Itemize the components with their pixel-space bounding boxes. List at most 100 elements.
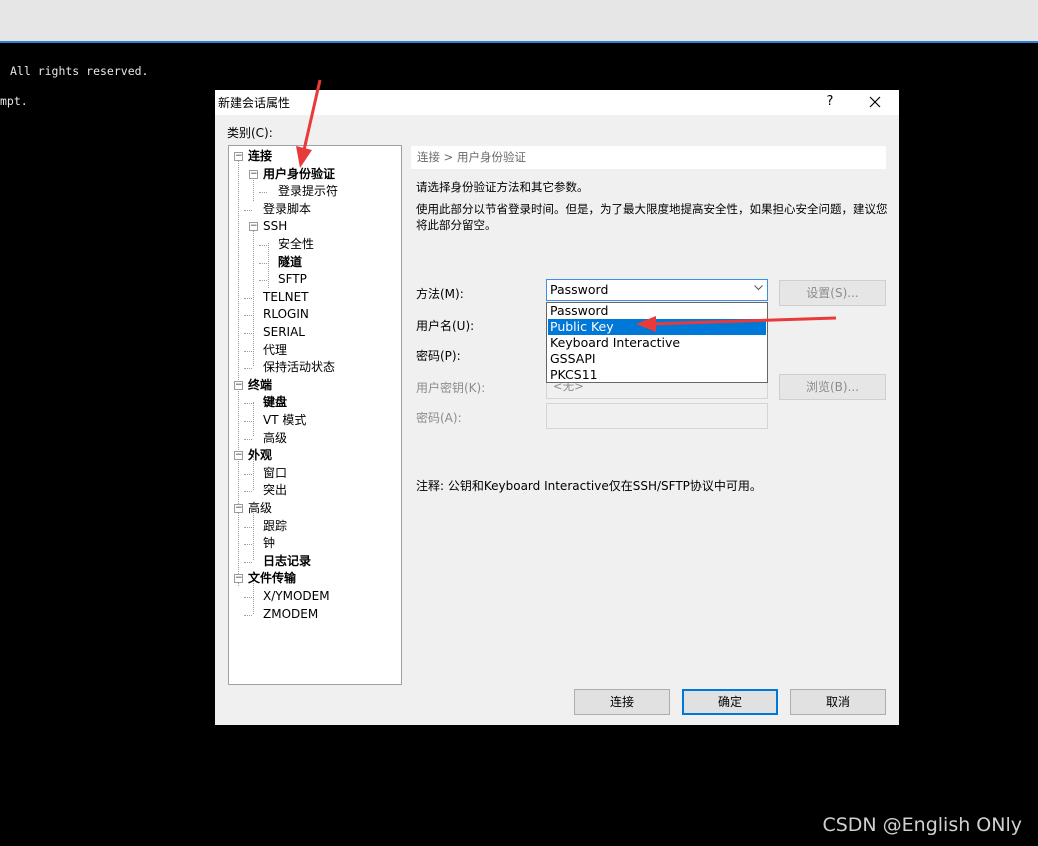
tree-item-label: SSH: [263, 219, 288, 234]
tree-item-label: 用户身份验证: [263, 166, 336, 181]
method-option[interactable]: Keyboard Interactive: [548, 335, 766, 351]
method-select[interactable]: Password: [546, 279, 768, 301]
tree-item-label: 钟: [263, 536, 276, 551]
tree-item[interactable]: 连接: [248, 148, 272, 165]
tree-item-label: 外观: [248, 448, 273, 463]
browse-button[interactable]: 浏览(B)...: [779, 374, 886, 400]
settings-button[interactable]: 设置(S)...: [779, 280, 886, 306]
method-option[interactable]: Password: [548, 303, 766, 319]
tree-item[interactable]: 高级: [248, 500, 272, 517]
tree-item-label: X/YMODEM: [263, 589, 330, 603]
tree-item[interactable]: SFTP: [278, 271, 307, 288]
method-option[interactable]: PKCS11: [548, 367, 766, 383]
method-select-value: Password: [550, 282, 609, 297]
method-dropdown-list[interactable]: Password Public Key Keyboard Interactive GS…: [546, 302, 768, 383]
tree-item-label: ZMODEM: [263, 606, 319, 621]
session-properties-dialog: 新建会话属性 ? 类别(C): 连接 − 用户身份验证 − 登录提示符 登录脚本 SSH − 安…: [215, 90, 899, 725]
tree-item-label: 键盘: [263, 395, 288, 410]
tree-item[interactable]: 隧道: [278, 254, 302, 271]
tree-item[interactable]: 突出: [263, 482, 287, 499]
tree-item[interactable]: 日志记录: [263, 553, 311, 570]
close-button[interactable]: [863, 92, 887, 112]
tree-item[interactable]: ZMODEM: [263, 606, 318, 623]
tree-item[interactable]: 文件传输: [248, 570, 296, 587]
tree-guide-line: [244, 473, 252, 475]
tree-item-label: SFTP: [278, 272, 307, 287]
tree-item[interactable]: 登录脚本: [263, 201, 311, 218]
tree-item[interactable]: 外观: [248, 447, 272, 464]
collapse-toggle-icon[interactable]: −: [249, 222, 258, 232]
tree-item[interactable]: 登录提示符: [278, 183, 338, 200]
description-text: 请选择身份验证方法和其它参数。: [416, 180, 589, 194]
tree-item[interactable]: VT 模式: [263, 412, 306, 429]
tree-guide-line: [253, 402, 254, 436]
tree-guide-line: [244, 209, 252, 211]
collapse-toggle-icon[interactable]: −: [234, 574, 243, 584]
method-option[interactable]: Public Key: [548, 319, 766, 335]
tree-guide-line: [244, 333, 252, 334]
tree-item-label: 跟踪: [263, 518, 288, 533]
tree-item-label: 高级: [263, 430, 288, 445]
tree-guide-line: [244, 561, 252, 563]
tree-item-label: 保持活动状态: [263, 360, 336, 375]
tree-item[interactable]: 钟: [263, 535, 275, 552]
help-button[interactable]: ?: [819, 92, 841, 112]
collapse-toggle-icon[interactable]: −: [234, 451, 243, 461]
tree-item-label: RLOGIN: [263, 307, 309, 322]
tree-item-label: VT 模式: [263, 413, 307, 427]
tree-item[interactable]: 用户身份验证: [263, 166, 335, 183]
tree-item[interactable]: 跟踪: [263, 518, 287, 535]
category-tree[interactable]: 连接 − 用户身份验证 − 登录提示符 登录脚本 SSH − 安全性 隧道 SFTP TELNET RL…: [228, 145, 402, 685]
passphrase-field[interactable]: [546, 403, 768, 429]
tree-item[interactable]: 安全性: [278, 236, 314, 253]
tree-item-label: 文件传输: [248, 571, 297, 586]
tree-guide-line: [238, 155, 239, 586]
tree-guide-line: [244, 544, 252, 546]
cancel-button[interactable]: 取消: [790, 689, 886, 715]
tree-guide-line: [268, 243, 269, 288]
user-key-label: 用户密钥(K):: [416, 381, 486, 395]
tree-item-label: 登录提示符: [278, 184, 339, 199]
tree-item-label: 隧道: [278, 254, 303, 269]
app-top-bar: [0, 0, 1038, 43]
tree-item[interactable]: RLOGIN: [263, 306, 309, 323]
tree-guide-line: [259, 280, 267, 282]
tree-guide-line: [244, 297, 252, 299]
tree-item[interactable]: SERIAL: [263, 324, 305, 341]
tree-guide-line: [244, 421, 252, 422]
breadcrumb: 连接 > 用户身份验证: [411, 146, 886, 169]
ok-button[interactable]: 确定: [682, 689, 778, 715]
collapse-toggle-icon[interactable]: −: [249, 169, 258, 179]
method-option[interactable]: GSSAPI: [548, 351, 766, 367]
tree-item[interactable]: 保持活动状态: [263, 359, 335, 376]
tree-guide-line: [244, 526, 252, 528]
tree-item-label: 代理: [263, 342, 288, 357]
dialog-title: 新建会话属性: [218, 96, 291, 110]
collapse-toggle-icon[interactable]: −: [234, 152, 243, 161]
tree-item[interactable]: TELNET: [263, 289, 309, 306]
tree-item-label: 窗口: [263, 465, 288, 480]
tree-item-label: 连接: [248, 149, 273, 163]
tree-guide-line: [259, 262, 267, 264]
tree-item[interactable]: 高级: [263, 430, 287, 447]
tree-guide-line: [259, 245, 267, 246]
tree-guide-line: [244, 491, 252, 493]
tree-item[interactable]: 窗口: [263, 465, 287, 482]
method-label: 方法(M):: [416, 287, 464, 301]
tree-item[interactable]: 代理: [263, 342, 287, 359]
tree-item-label: 登录脚本: [263, 201, 312, 216]
tree-item[interactable]: 终端: [248, 377, 272, 394]
password-label: 密码(P):: [416, 349, 461, 363]
tree-item[interactable]: 键盘: [263, 394, 287, 411]
tree-item[interactable]: X/YMODEM: [263, 588, 330, 605]
connect-button[interactable]: 连接: [574, 689, 670, 715]
tree-item[interactable]: SSH: [263, 218, 287, 235]
collapse-toggle-icon[interactable]: −: [234, 504, 243, 513]
tree-guide-line: [244, 438, 252, 440]
terminal-line: mpt.: [0, 94, 28, 108]
dialog-title-bar: 新建会话属性 ?: [215, 90, 899, 115]
close-icon: [869, 96, 881, 108]
tree-item-label: 突出: [263, 483, 288, 498]
category-label: 类别(C):: [227, 126, 273, 140]
collapse-toggle-icon[interactable]: −: [234, 380, 243, 390]
